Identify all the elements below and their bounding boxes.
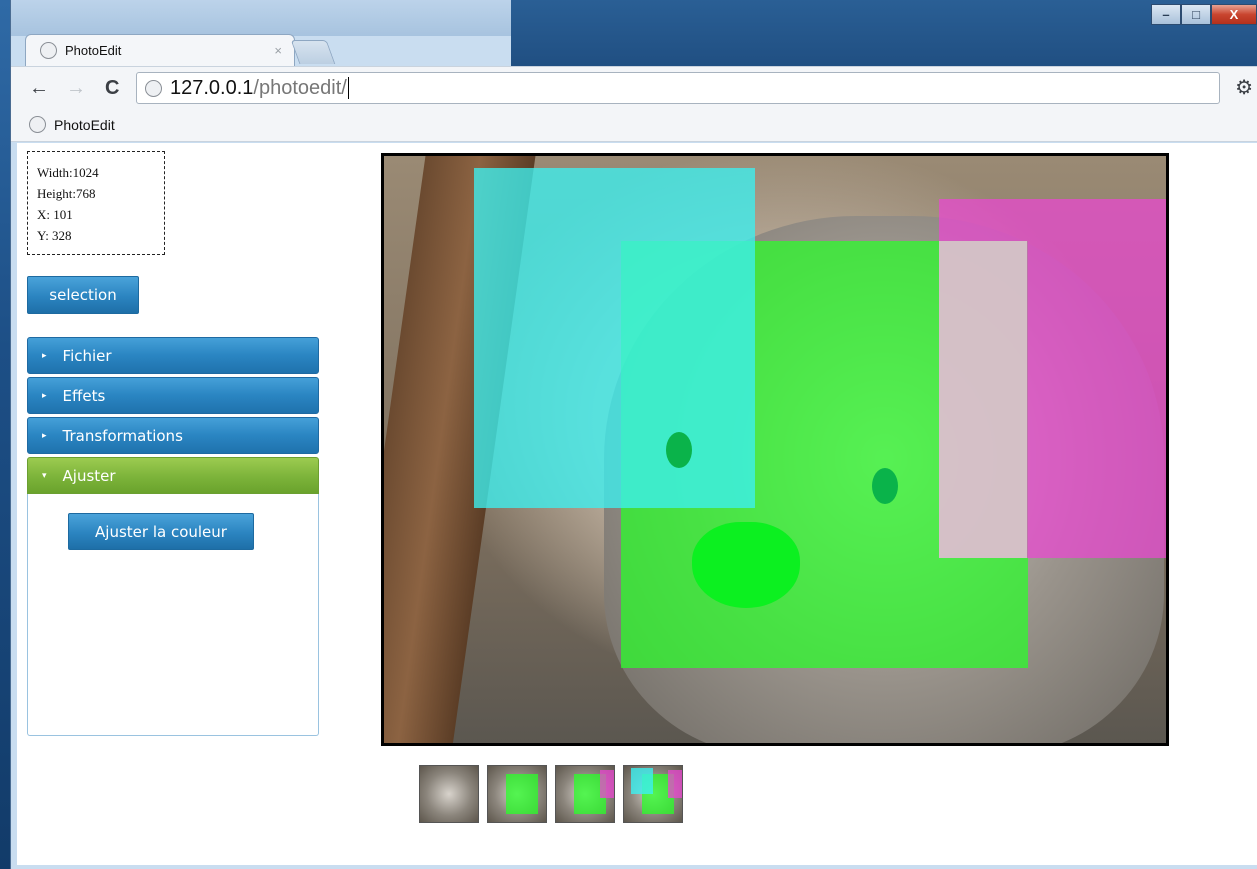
caret-right-icon: ▸ (42, 430, 47, 441)
title-bar-background (511, 0, 1257, 66)
light-overlap-region (939, 241, 1027, 558)
cursor-y: Y: 328 (37, 228, 72, 243)
photo-canvas[interactable] (381, 153, 1169, 746)
title-bar: – □ X (11, 0, 1257, 66)
cyan-overlay-region (474, 168, 755, 508)
close-tab-icon[interactable]: × (274, 43, 282, 58)
browser-window: – □ X PhotoEdit × ← → C 127.0.0.1/photoe… (10, 0, 1257, 869)
new-tab-button[interactable] (290, 40, 336, 64)
adjust-color-button[interactable]: Ajuster la couleur (68, 513, 254, 550)
maximize-button[interactable]: □ (1181, 4, 1211, 25)
thumbnail-original[interactable] (419, 765, 479, 823)
thumbnail-green-magenta[interactable] (555, 765, 615, 823)
tab-title: PhotoEdit (65, 43, 122, 58)
koala-eye-left (666, 432, 692, 468)
history-thumbnails (419, 765, 683, 823)
image-height: Height:768 (37, 186, 96, 201)
accordion-label: Effets (62, 386, 106, 405)
bookmark-photoedit[interactable]: PhotoEdit (54, 117, 115, 133)
address-bar[interactable]: 127.0.0.1/photoedit/ (136, 72, 1220, 104)
accordion-ajuster[interactable]: ▾ Ajuster (27, 457, 319, 494)
caret-right-icon: ▸ (42, 350, 47, 361)
tools-accordion: ▸ Fichier ▸ Effets ▸ Transformations ▾ A… (27, 337, 319, 736)
bookmarks-bar: PhotoEdit (11, 108, 1257, 142)
caret-right-icon: ▸ (42, 390, 47, 401)
thumbnail-cyan-green-magenta[interactable] (623, 765, 683, 823)
page-content: Width:1024 Height:768 X: 101 Y: 328 sele… (17, 143, 1257, 865)
accordion-transformations[interactable]: ▸ Transformations (27, 417, 319, 454)
back-arrow-icon[interactable]: ← (29, 77, 49, 100)
forward-arrow-icon[interactable]: → (66, 77, 86, 100)
minimize-button[interactable]: – (1151, 4, 1181, 25)
selection-button[interactable]: selection (27, 276, 139, 314)
browser-tab[interactable]: PhotoEdit × (25, 34, 295, 66)
close-window-button[interactable]: X (1211, 4, 1257, 25)
accordion-effets[interactable]: ▸ Effets (27, 377, 319, 414)
globe-icon (40, 42, 57, 59)
url-host: 127.0.0.1 (170, 76, 254, 99)
accordion-label: Ajuster (62, 466, 116, 485)
koala-eye-right (872, 468, 898, 504)
thumbnail-green[interactable] (487, 765, 547, 823)
wrench-icon[interactable]: ⚙ (1235, 75, 1253, 100)
accordion-panel-ajuster: Ajuster la couleur (27, 494, 319, 736)
caret-down-icon: ▾ (42, 470, 47, 481)
image-width: Width:1024 (37, 165, 99, 180)
window-controls: – □ X (1151, 4, 1257, 26)
accordion-fichier[interactable]: ▸ Fichier (27, 337, 319, 374)
image-info-box: Width:1024 Height:768 X: 101 Y: 328 (27, 151, 165, 255)
globe-icon (145, 79, 162, 97)
url-path: /photoedit/ (253, 76, 347, 99)
globe-icon (29, 116, 46, 133)
text-caret (347, 77, 349, 99)
koala-nose (692, 522, 800, 608)
reload-icon[interactable]: C (105, 77, 119, 100)
cursor-x: X: 101 (37, 207, 73, 222)
browser-toolbar: ← → C 127.0.0.1/photoedit/ ⚙ (11, 66, 1257, 108)
accordion-label: Transformations (62, 426, 183, 445)
accordion-label: Fichier (62, 346, 112, 365)
